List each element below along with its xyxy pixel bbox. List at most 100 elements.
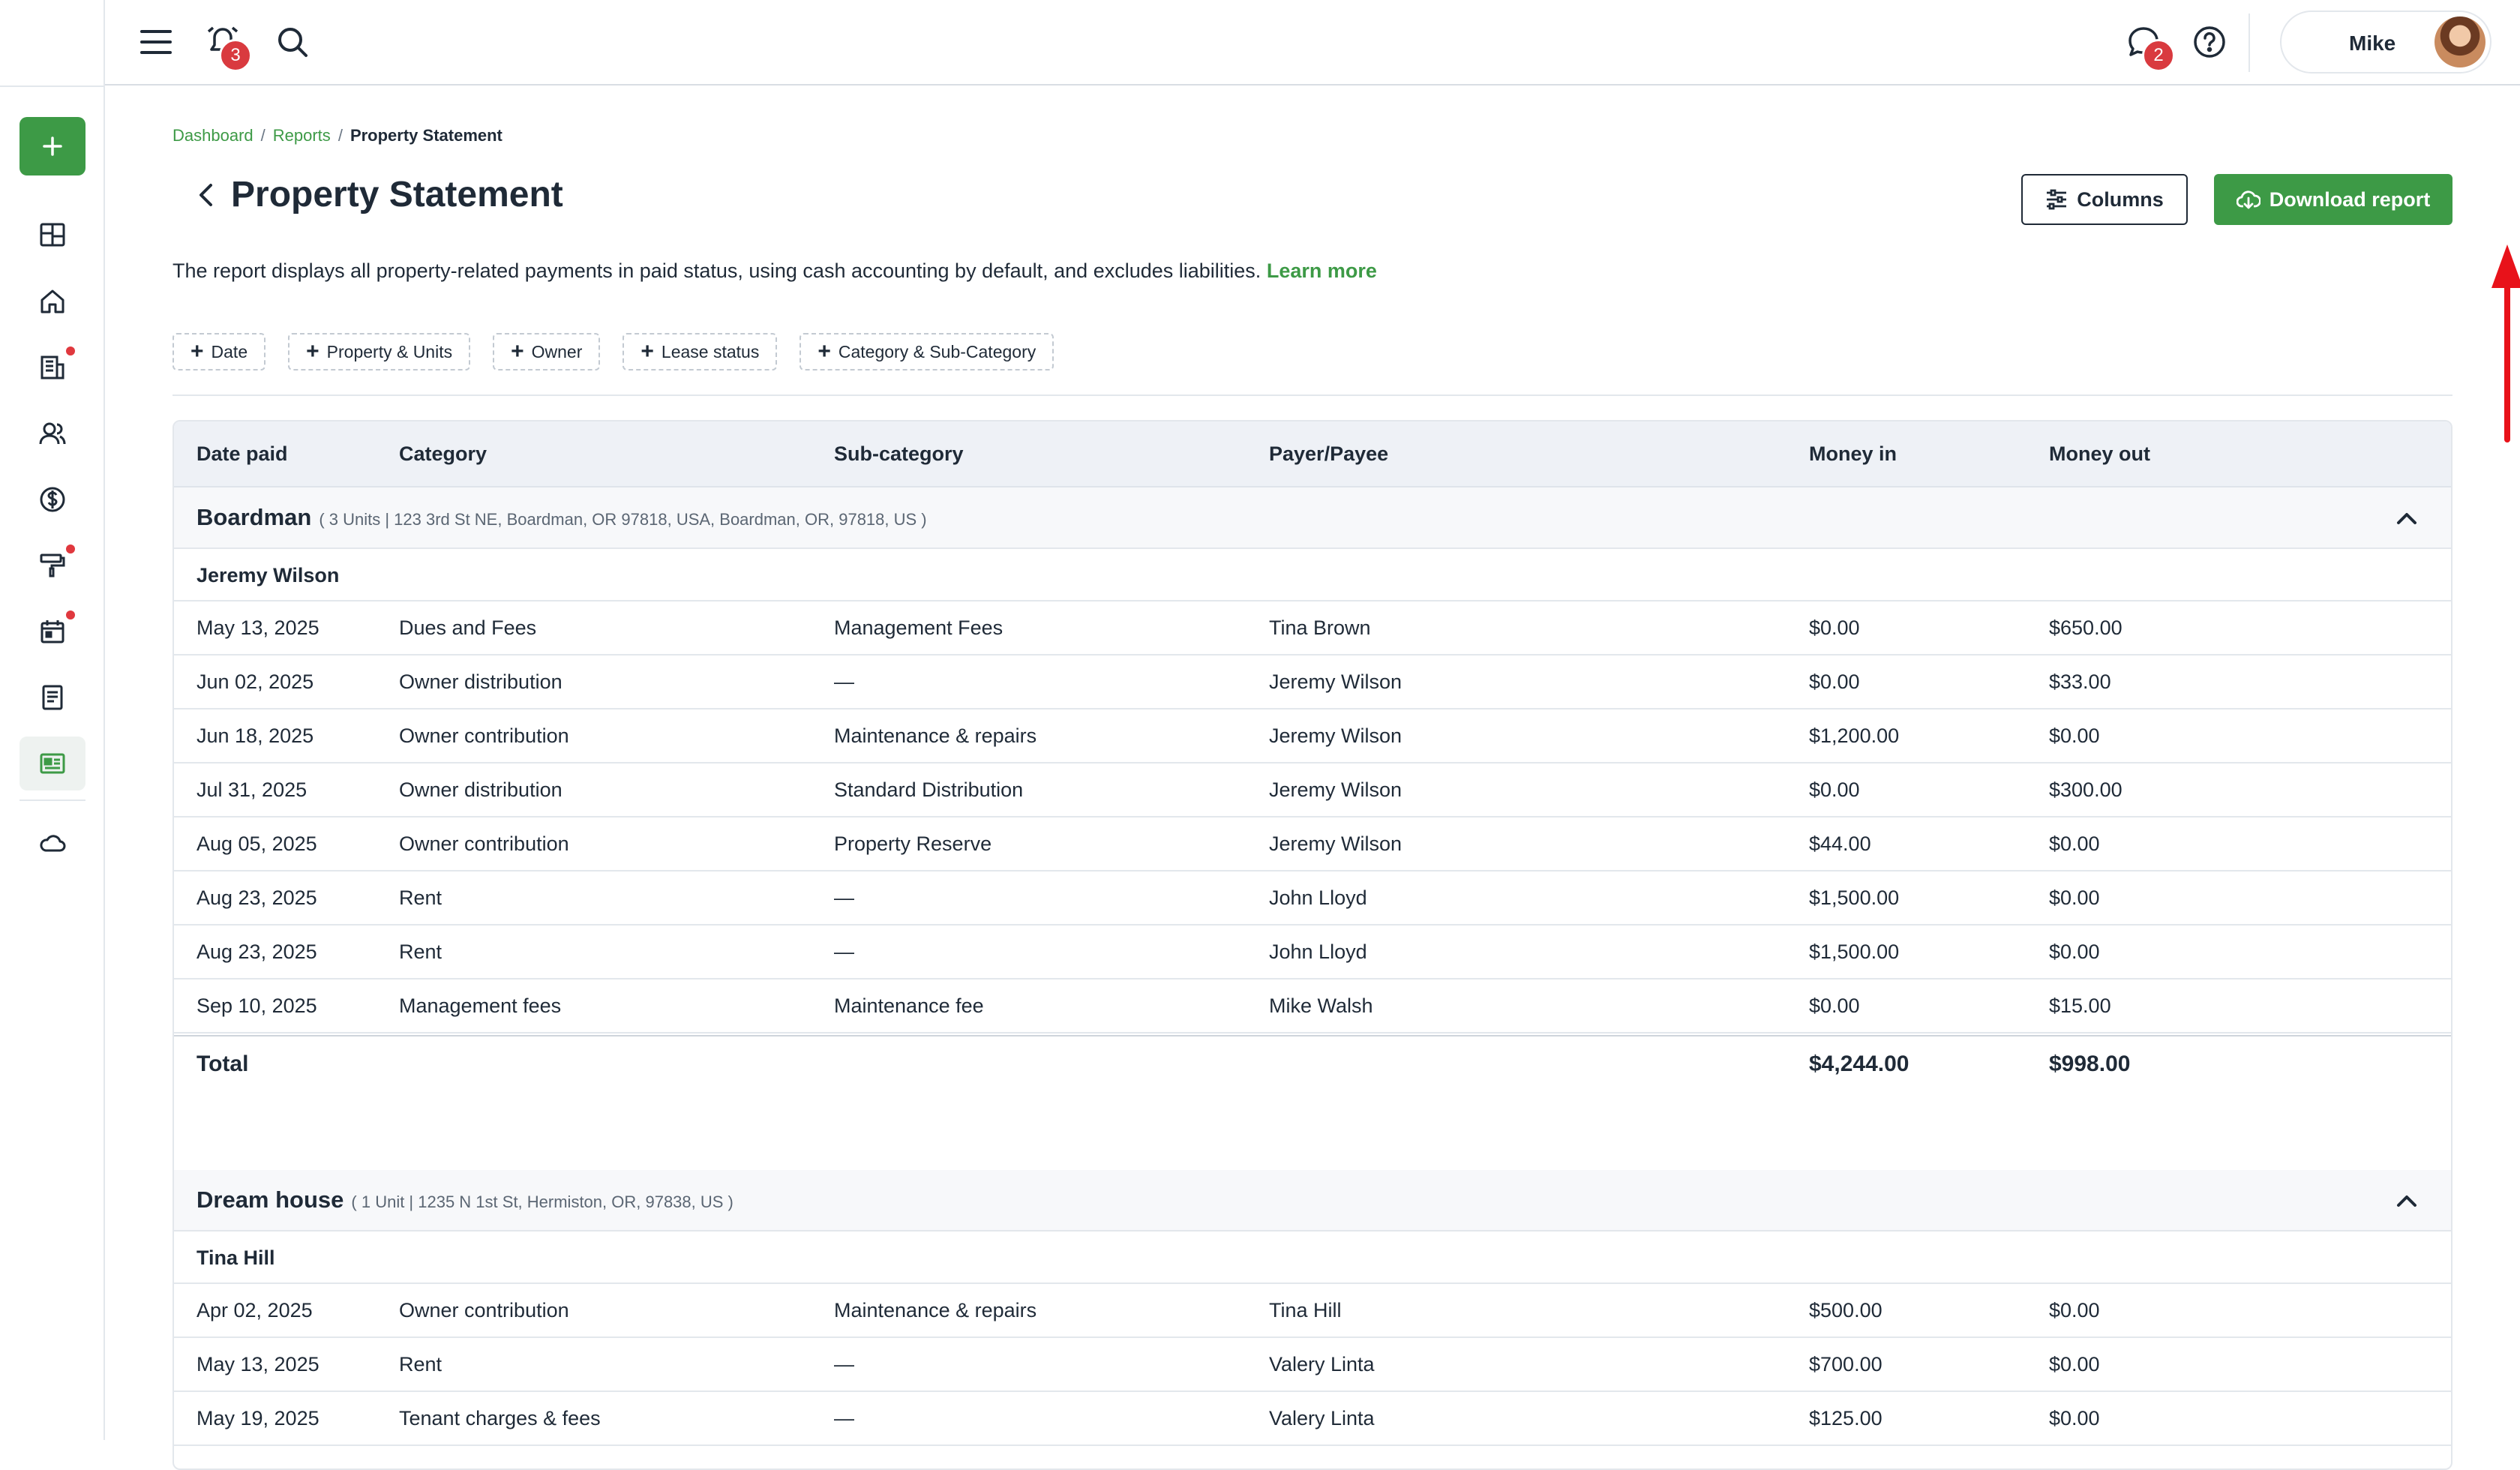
breadcrumb-current: Property Statement (350, 126, 502, 145)
row-money-out: $0.00 (2049, 1299, 2100, 1322)
header-date-paid[interactable]: Date paid (196, 442, 288, 466)
table-row[interactable]: May 13, 2025 Dues and Fees Management Fees… (174, 602, 2451, 656)
row-sub-category: — (834, 886, 854, 909)
learn-more-link[interactable]: Learn more (1267, 260, 1377, 282)
table-row[interactable]: Apr 02, 2025 Owner contribution Maintenanc… (174, 1284, 2451, 1338)
topbar-divider (2248, 14, 2250, 72)
row-money-out: $0.00 (2049, 886, 2100, 909)
paint-roller-icon (40, 554, 65, 578)
row-date: Jul 31, 2025 (196, 778, 308, 801)
row-money-out: $0.00 (2049, 940, 2100, 963)
sidebar-item-cloud[interactable] (20, 816, 86, 870)
total-row: Total $4,244.00 $998.00 (174, 1035, 2451, 1090)
filter-owner[interactable]: + Owner (493, 333, 601, 370)
filter-bar: + Date + Property & Units + Owner + Lease st… (172, 333, 1054, 370)
search-button[interactable] (273, 22, 312, 62)
row-payer-payee: John Lloyd (1269, 886, 1367, 909)
report-table: Date paid Category Sub-category Payer/Pa… (172, 420, 2452, 1470)
row-money-in: $700.00 (1809, 1353, 1882, 1376)
chevron-up-icon[interactable] (2396, 507, 2418, 530)
breadcrumb-separator: / (338, 126, 343, 145)
row-money-out: $33.00 (2049, 670, 2111, 693)
filter-lease-status-label: Lease status (661, 341, 760, 362)
filter-lease-status[interactable]: + Lease status (622, 333, 778, 370)
table-row[interactable]: May 19, 2025 Tenant charges & fees — Valery… (174, 1392, 2451, 1446)
row-money-in: $500.00 (1809, 1299, 1882, 1322)
calendar-icon (40, 620, 64, 644)
row-category: Owner contribution (399, 832, 569, 855)
sliders-icon (2047, 189, 2067, 210)
header-payer-payee[interactable]: Payer/Payee (1269, 442, 1388, 466)
property-group-header[interactable]: Boardman ( 3 Units | 123 3rd St NE, Board… (174, 488, 2451, 549)
chevron-up-icon[interactable] (2396, 1190, 2418, 1212)
messages-button[interactable]: 2 (2124, 22, 2175, 72)
table-row[interactable]: Jul 31, 2025 Owner distribution Standard D… (174, 764, 2451, 818)
columns-button[interactable]: Columns (2021, 174, 2188, 225)
row-date: May 13, 2025 (196, 616, 320, 639)
table-row[interactable]: Sep 10, 2025 Management fees Maintenance f… (174, 980, 2451, 1034)
sidebar-item-accounting[interactable] (20, 472, 86, 526)
cloud-icon (40, 835, 66, 852)
row-category: Dues and Fees (399, 616, 537, 639)
row-money-out: $0.00 (2049, 832, 2100, 855)
plus-icon: + (640, 339, 654, 364)
table-row[interactable]: Aug 23, 2025 Rent — John Lloyd $1,500.00 $0.0… (174, 926, 2451, 980)
owner-name: Tina Hill (196, 1246, 275, 1269)
breadcrumb-dashboard[interactable]: Dashboard (172, 126, 254, 145)
table-row[interactable]: Jun 02, 2025 Owner distribution — Jeremy Wi… (174, 656, 2451, 710)
row-sub-category: Property Reserve (834, 832, 992, 855)
owner-row: Tina Hill (174, 1232, 2451, 1284)
table-row[interactable]: Aug 05, 2025 Owner contribution Property R… (174, 818, 2451, 872)
row-payer-payee: Jeremy Wilson (1269, 832, 1402, 855)
property-group-header[interactable]: Dream house ( 1 Unit | 1235 N 1st St, Her… (174, 1170, 2451, 1232)
row-money-in: $0.00 (1809, 670, 1860, 693)
header-sub-category[interactable]: Sub-category (834, 442, 964, 466)
table-row[interactable]: May 13, 2025 Rent — Valery Linta $700.00 $0.0… (174, 1338, 2451, 1392)
total-label: Total (196, 1052, 249, 1076)
row-sub-category: — (834, 940, 854, 963)
filter-date[interactable]: + Date (172, 333, 266, 370)
user-menu[interactable]: Mike (2280, 10, 2492, 74)
sidebar-item-properties[interactable] (20, 274, 86, 328)
row-money-in: $0.00 (1809, 778, 1860, 801)
help-button[interactable] (2190, 22, 2229, 62)
sidebar-item-maintenance[interactable] (20, 538, 86, 592)
sidebar-item-documents[interactable] (20, 670, 86, 724)
breadcrumb-reports[interactable]: Reports (273, 126, 331, 145)
table-row[interactable]: Aug 23, 2025 Rent — John Lloyd $1,500.00 $0.0… (174, 872, 2451, 926)
messages-badge: 2 (2142, 39, 2175, 72)
filter-property-units[interactable]: + Property & Units (288, 333, 471, 370)
plus-icon (43, 136, 62, 156)
total-money-in: $4,244.00 (1809, 1052, 1910, 1076)
header-money-out[interactable]: Money out (2049, 442, 2150, 466)
row-sub-category: Management Fees (834, 616, 1004, 639)
add-new-button[interactable] (20, 117, 86, 176)
row-date: Jun 02, 2025 (196, 670, 314, 693)
sidebar-item-people[interactable] (20, 406, 86, 460)
sidebar-item-leases[interactable] (20, 340, 86, 394)
menu-toggle[interactable] (136, 22, 176, 62)
notifications-button[interactable]: 3 (202, 21, 252, 72)
sidebar-item-dashboard[interactable] (20, 208, 86, 262)
row-payer-payee: Mike Walsh (1269, 994, 1373, 1017)
property-name-text: Boardman (196, 504, 312, 530)
columns-button-label: Columns (2077, 188, 2164, 211)
sidebar-item-calendar[interactable] (20, 604, 86, 658)
filter-date-label: Date (211, 341, 248, 362)
breadcrumb: Dashboard / Reports / Property Statement (172, 126, 502, 146)
row-money-out: $300.00 (2049, 778, 2122, 801)
search-icon (278, 28, 308, 57)
download-report-button[interactable]: Download report (2214, 174, 2452, 225)
users-icon (39, 422, 66, 445)
report-description: The report displays all property-related… (172, 260, 1377, 283)
header-category[interactable]: Category (399, 442, 487, 466)
filter-category[interactable]: + Category & Sub-Category (800, 333, 1054, 370)
notification-dot (66, 610, 75, 620)
header-money-in[interactable]: Money in (1809, 442, 1897, 466)
row-money-in: $44.00 (1809, 832, 1871, 855)
row-money-in: $1,500.00 (1809, 940, 1900, 963)
back-button[interactable] (190, 180, 220, 210)
table-row[interactable]: Jun 18, 2025 Owner contribution Maintenanc… (174, 710, 2451, 764)
row-money-out: $15.00 (2049, 994, 2111, 1017)
sidebar-item-reports[interactable] (20, 736, 86, 790)
